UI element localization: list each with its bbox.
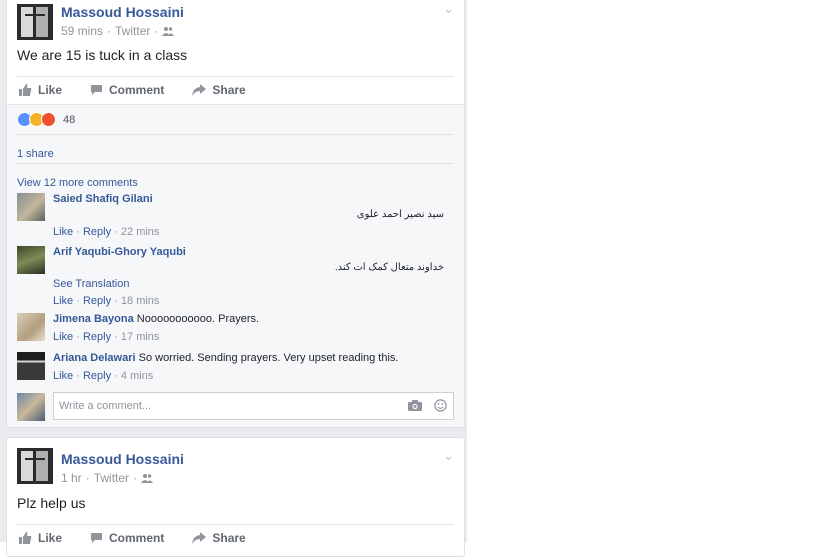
- comment-footer: Like · Reply · 17 mins: [53, 331, 160, 343]
- comment-like-link[interactable]: Like: [53, 226, 73, 238]
- comment-text: خداوند متعال کمک ات کند.: [334, 262, 444, 273]
- angry-reaction-icon: [41, 112, 56, 127]
- post-text: We are 15 is tuck in a class: [17, 47, 188, 63]
- like-thumb-icon: [19, 532, 32, 544]
- meta-separator: ·: [107, 24, 112, 38]
- camera-icon[interactable]: [408, 400, 422, 411]
- commenter-avatar[interactable]: [17, 246, 45, 274]
- post-actions: Like Comment Share: [17, 76, 454, 103]
- meta-separator: ·: [133, 471, 138, 485]
- see-translation-link[interactable]: See Translation: [53, 278, 129, 290]
- divider: [17, 134, 454, 135]
- commenter-avatar[interactable]: [17, 193, 45, 221]
- comment-text: So worried. Sending prayers. Very upset …: [138, 352, 399, 364]
- post-actions: Like Comment Share: [17, 524, 454, 551]
- author-name[interactable]: Massoud Hossaini: [61, 451, 184, 467]
- commenter-avatar[interactable]: [17, 313, 45, 341]
- like-thumb-icon: [19, 84, 32, 96]
- reactions-summary[interactable]: 48: [17, 112, 75, 127]
- audience-friends-icon[interactable]: [141, 473, 154, 483]
- comment-author[interactable]: Saied Shafiq Gilani: [53, 193, 153, 205]
- comment-like-link[interactable]: Like: [53, 331, 73, 343]
- comment-reply-link[interactable]: Reply: [83, 370, 111, 382]
- comment-icon: [91, 85, 103, 95]
- share-button[interactable]: Share: [190, 83, 246, 97]
- comment-body: Ariana Delawari So worried. Sending pray…: [53, 352, 398, 364]
- share-button[interactable]: Share: [190, 531, 246, 545]
- comment: Ariana Delawari So worried. Sending pray…: [17, 352, 454, 386]
- comment-button[interactable]: Comment: [88, 531, 164, 545]
- share-arrow-icon: [192, 532, 207, 544]
- commenter-avatar[interactable]: [17, 352, 45, 380]
- shares-link[interactable]: 1 share: [17, 148, 54, 160]
- view-more-comments-link[interactable]: View 12 more comments: [17, 177, 138, 189]
- comment-footer: Like · Reply · 4 mins: [53, 370, 154, 382]
- share-arrow-icon: [192, 84, 207, 96]
- comment-icon: [91, 533, 103, 543]
- audience-friends-icon[interactable]: [162, 26, 175, 36]
- chevron-down-icon[interactable]: ⌄: [443, 448, 454, 464]
- post-text: Plz help us: [17, 495, 86, 511]
- post-timestamp[interactable]: 1 hr: [61, 471, 82, 485]
- news-feed: Massoud Hossaini 59 mins · Twitter · ⌄ W…: [0, 0, 467, 557]
- comment-composer: Write a comment...: [17, 392, 454, 422]
- comment-author[interactable]: Ariana Delawari: [53, 352, 136, 364]
- comment-input[interactable]: Write a comment...: [53, 392, 454, 420]
- author-name[interactable]: Massoud Hossaini: [61, 4, 184, 20]
- comment-timestamp[interactable]: 18 mins: [121, 295, 160, 307]
- comment-timestamp[interactable]: 22 mins: [121, 226, 160, 238]
- comment: Saied Shafiq Gilani سید نصیر احمد علوی L…: [17, 193, 454, 238]
- comment-author[interactable]: Jimena Bayona: [53, 313, 134, 325]
- like-button[interactable]: Like: [17, 531, 62, 545]
- comment-text: سید نصیر احمد علوی: [356, 209, 444, 220]
- author-avatar[interactable]: [17, 448, 53, 484]
- post-timestamp[interactable]: 59 mins: [61, 24, 103, 38]
- post-card: Massoud Hossaini 59 mins · Twitter · ⌄ W…: [6, 0, 465, 428]
- comment-author[interactable]: Arif Yaqubi-Ghory Yaqubi: [53, 246, 186, 258]
- emoji-icon[interactable]: [434, 399, 447, 412]
- comment: Jimena Bayona Nooooooooooo. Prayers. Lik…: [17, 313, 454, 347]
- author-avatar[interactable]: [17, 4, 53, 40]
- comment-timestamp[interactable]: 17 mins: [121, 331, 160, 343]
- divider: [17, 163, 454, 164]
- meta-separator: ·: [85, 471, 90, 485]
- comment-reply-link[interactable]: Reply: [83, 295, 111, 307]
- comment-button[interactable]: Comment: [88, 83, 164, 97]
- post-source: Twitter: [115, 24, 151, 38]
- comment-footer: Like · Reply · 18 mins: [53, 295, 160, 307]
- comment-body: Jimena Bayona Nooooooooooo. Prayers.: [53, 313, 259, 325]
- post-meta: 1 hr · Twitter ·: [61, 471, 154, 485]
- comment-text: Nooooooooooo. Prayers.: [136, 313, 260, 325]
- comments-section: 48 1 share View 12 more comments Saied S…: [7, 104, 464, 427]
- post-meta: 59 mins · Twitter ·: [61, 24, 175, 38]
- comment-timestamp[interactable]: 4 mins: [121, 370, 153, 382]
- comment-reply-link[interactable]: Reply: [83, 226, 111, 238]
- post-card: Massoud Hossaini 1 hr · Twitter · ⌄ Plz …: [6, 437, 465, 557]
- comment-like-link[interactable]: Like: [53, 370, 73, 382]
- meta-separator: ·: [154, 24, 159, 38]
- comment: Arif Yaqubi-Ghory Yaqubi خداوند متعال کم…: [17, 246, 454, 307]
- comment-like-link[interactable]: Like: [53, 295, 73, 307]
- comment-footer: Like · Reply · 22 mins: [53, 226, 160, 238]
- chevron-down-icon[interactable]: ⌄: [443, 1, 454, 17]
- post-source: Twitter: [93, 471, 130, 485]
- reaction-count[interactable]: 48: [63, 114, 75, 126]
- current-user-avatar: [17, 393, 45, 421]
- comment-reply-link[interactable]: Reply: [83, 331, 111, 343]
- like-button[interactable]: Like: [17, 83, 62, 97]
